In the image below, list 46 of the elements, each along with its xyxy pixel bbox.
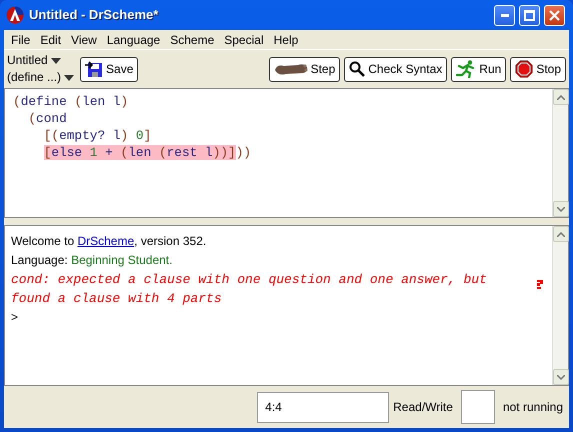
welcome-text: , version 352. [134, 233, 206, 250]
window-title: Untitled - DrScheme* [29, 6, 158, 24]
menu-item[interactable]: View [66, 30, 102, 48]
app-logo-icon [6, 6, 24, 24]
menu-item[interactable]: Language [102, 30, 166, 48]
menu-item[interactable]: File [6, 30, 36, 48]
menu-item[interactable]: Help [268, 30, 304, 48]
minimize-icon [500, 14, 508, 16]
error-message: cond: expected a clause with one question and one answer, but found a clause with 4 parts [11, 271, 487, 308]
drscheme-link[interactable]: DrScheme [77, 232, 134, 251]
close-button[interactable] [544, 4, 565, 26]
check-syntax-button[interactable]: Check Syntax [344, 56, 448, 82]
running-status: not running [502, 399, 563, 416]
file-menu-label[interactable]: Untitled [7, 52, 48, 69]
menu-item[interactable]: Special [219, 30, 269, 48]
scroll-down-icon[interactable] [553, 201, 569, 217]
minimize-button[interactable] [494, 4, 515, 26]
define-menu-label[interactable]: (define ...) [7, 69, 62, 86]
code-line: (cond [27, 110, 68, 127]
cursor-position-field: 4:4 [257, 392, 390, 422]
error-icon[interactable] [537, 278, 544, 289]
welcome-text: Welcome to [11, 233, 76, 250]
menu-item[interactable]: Scheme [165, 30, 220, 48]
scroll-up-icon[interactable] [553, 226, 569, 242]
scroll-down-icon[interactable] [553, 369, 569, 385]
code-line: [(empty? l) 0] [42, 127, 152, 144]
stop-sign-icon [515, 60, 534, 78]
save-button[interactable]: Save [80, 56, 138, 82]
close-icon [549, 10, 560, 20]
maximize-icon [524, 10, 535, 20]
read-write-status: Read/Write [393, 399, 453, 416]
menu-item[interactable]: Edit [35, 30, 66, 48]
language-label: Language: [11, 252, 69, 269]
search-icon [349, 61, 366, 77]
dropdown-caret-icon[interactable] [50, 58, 61, 64]
repl-prompt: > [11, 309, 20, 326]
run-button[interactable]: Run [451, 56, 506, 82]
code-line: (define (len l) [13, 93, 130, 110]
running-figure-icon [456, 60, 476, 78]
step-button[interactable]: Step [268, 56, 340, 82]
scroll-up-icon[interactable] [553, 89, 569, 105]
maximize-button[interactable] [519, 4, 540, 26]
dropdown-caret-icon[interactable] [64, 74, 74, 80]
language-name: Beginning Student. [71, 252, 172, 269]
stop-button[interactable]: Stop [510, 56, 566, 82]
status-indicator-box [460, 390, 495, 424]
